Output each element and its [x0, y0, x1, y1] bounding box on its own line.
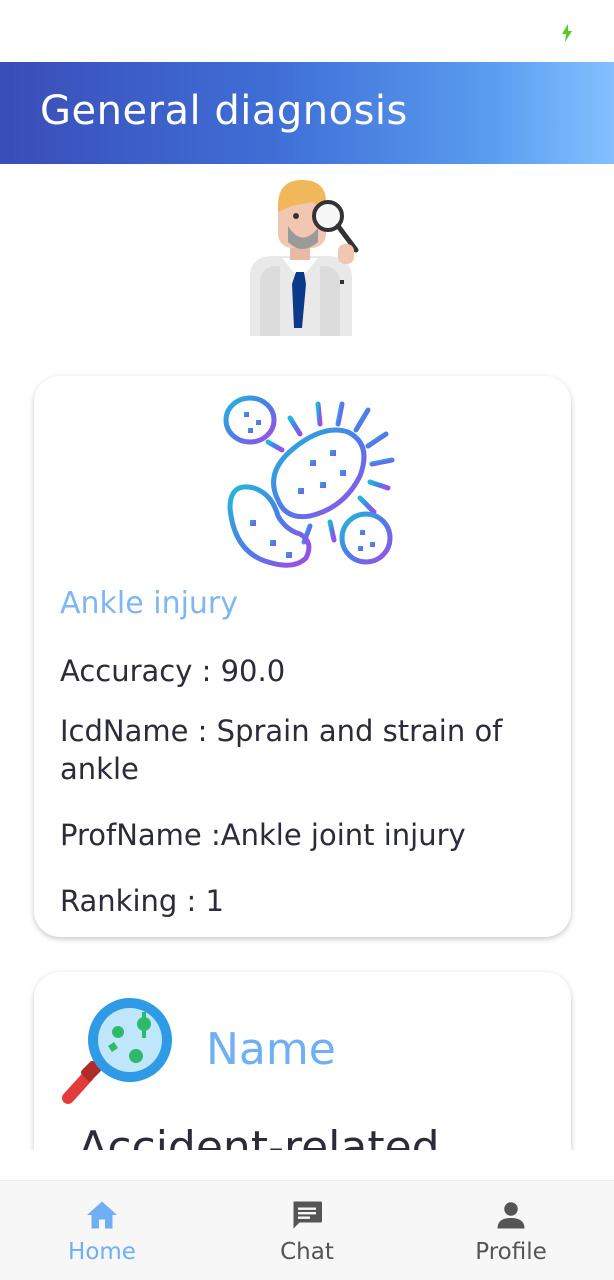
- nav-profile-label: Profile: [475, 1239, 547, 1265]
- status-bar: [0, 0, 614, 62]
- person-icon: [497, 1202, 525, 1229]
- nav-chat[interactable]: Chat: [227, 1181, 387, 1280]
- diagnosis-title: Ankle injury: [60, 586, 239, 621]
- nav-home[interactable]: Home: [22, 1181, 182, 1280]
- chat-icon: [293, 1201, 322, 1229]
- battery-charging-icon: [562, 24, 572, 42]
- doctor-magnifier-icon: [250, 180, 359, 336]
- icd-name-text: IcdName : Sprain and strain of ankle: [60, 714, 503, 786]
- nav-home-label: Home: [68, 1239, 136, 1265]
- prof-name-text: ProfName :Ankle joint injury: [60, 818, 466, 852]
- nav-chat-label: Chat: [280, 1239, 334, 1265]
- app-bar: General diagnosis: [0, 62, 614, 164]
- bacteria-icon: [223, 395, 395, 568]
- nav-profile[interactable]: Profile: [431, 1181, 591, 1280]
- accuracy-text: Accuracy : 90.0: [60, 654, 286, 688]
- bottom-nav: Home Chat Profile: [0, 1180, 614, 1280]
- page-title: General diagnosis: [40, 88, 408, 134]
- name-title: Name: [206, 1024, 336, 1075]
- ranking-text: Ranking : 1: [60, 884, 224, 918]
- magnifier-germs-icon: [62, 998, 172, 1104]
- name-card[interactable]: Name Accident-related: [34, 972, 571, 1150]
- diagnosis-list[interactable]: Ankle injury Accuracy : 90.0 IcdName : S…: [0, 164, 614, 1150]
- diagnosis-card[interactable]: Ankle injury Accuracy : 90.0 IcdName : S…: [34, 376, 571, 937]
- name-value: Accident-related: [78, 1122, 440, 1150]
- home-icon: [87, 1201, 117, 1229]
